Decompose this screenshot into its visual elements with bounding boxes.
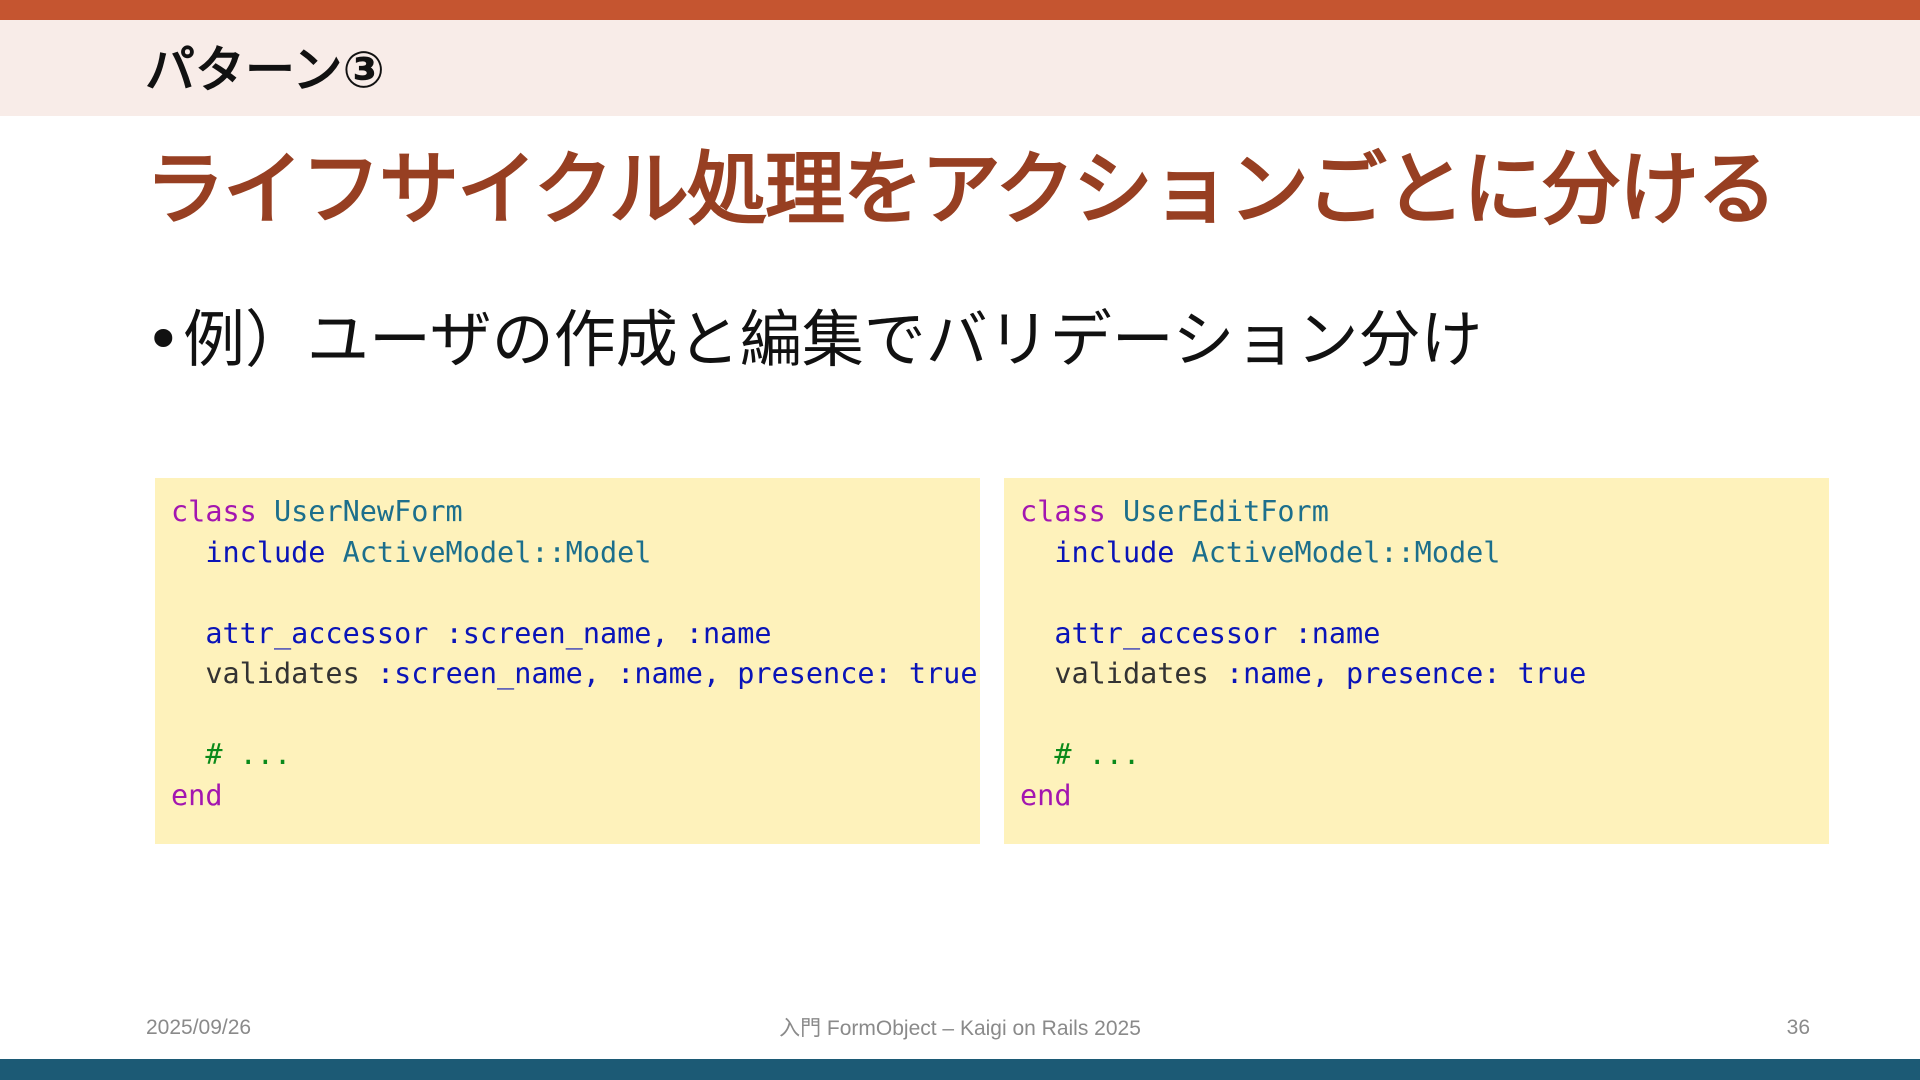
code-keyword: include — [1054, 535, 1175, 569]
code-constant: ActiveModel::Model — [1191, 535, 1501, 569]
code-method: attr_accessor — [1054, 616, 1278, 650]
code-args: :screen_name, :name — [445, 616, 772, 650]
code-keyword: class — [1020, 495, 1106, 528]
code-args: :name, presence: true — [1225, 657, 1587, 690]
code-class-name: UserNewForm — [273, 495, 463, 528]
code-constant: ActiveModel::Model — [342, 535, 652, 569]
code-args: :screen_name, :name, presence: true — [376, 657, 978, 690]
code-method: validates — [1054, 657, 1209, 690]
section-label: パターン③ — [145, 41, 385, 99]
slide-title: ライフサイクル処理をアクションごとに分ける — [145, 143, 1777, 236]
code-args: :name — [1294, 616, 1381, 650]
code-block-user-edit-form: class UserEditForm include ActiveModel::… — [1004, 478, 1829, 844]
bullet-item: •例）ユーザの作成と編集でバリデーション分け — [145, 300, 1483, 380]
code-keyword: end — [1020, 778, 1072, 812]
page-number: 36 — [1786, 1016, 1810, 1039]
code-keyword: include — [205, 535, 326, 569]
bullet-text: 例）ユーザの作成と編集でバリデーション分け — [183, 303, 1483, 376]
code-method: validates — [205, 657, 360, 690]
code-comment: # ... — [205, 738, 292, 771]
code-block-user-new-form: class UserNewForm include ActiveModel::M… — [155, 478, 980, 844]
bullet-marker: • — [145, 303, 182, 376]
top-accent-bar — [0, 0, 1920, 20]
bottom-accent-bar — [0, 1059, 1920, 1080]
footer-title: 入門 FormObject – Kaigi on Rails 2025 — [779, 1017, 1141, 1040]
code-keyword: end — [171, 778, 223, 812]
code-class-name: UserEditForm — [1122, 495, 1329, 528]
code-method: attr_accessor — [205, 616, 429, 650]
code-comment: # ... — [1054, 738, 1141, 771]
code-keyword: class — [171, 495, 257, 528]
